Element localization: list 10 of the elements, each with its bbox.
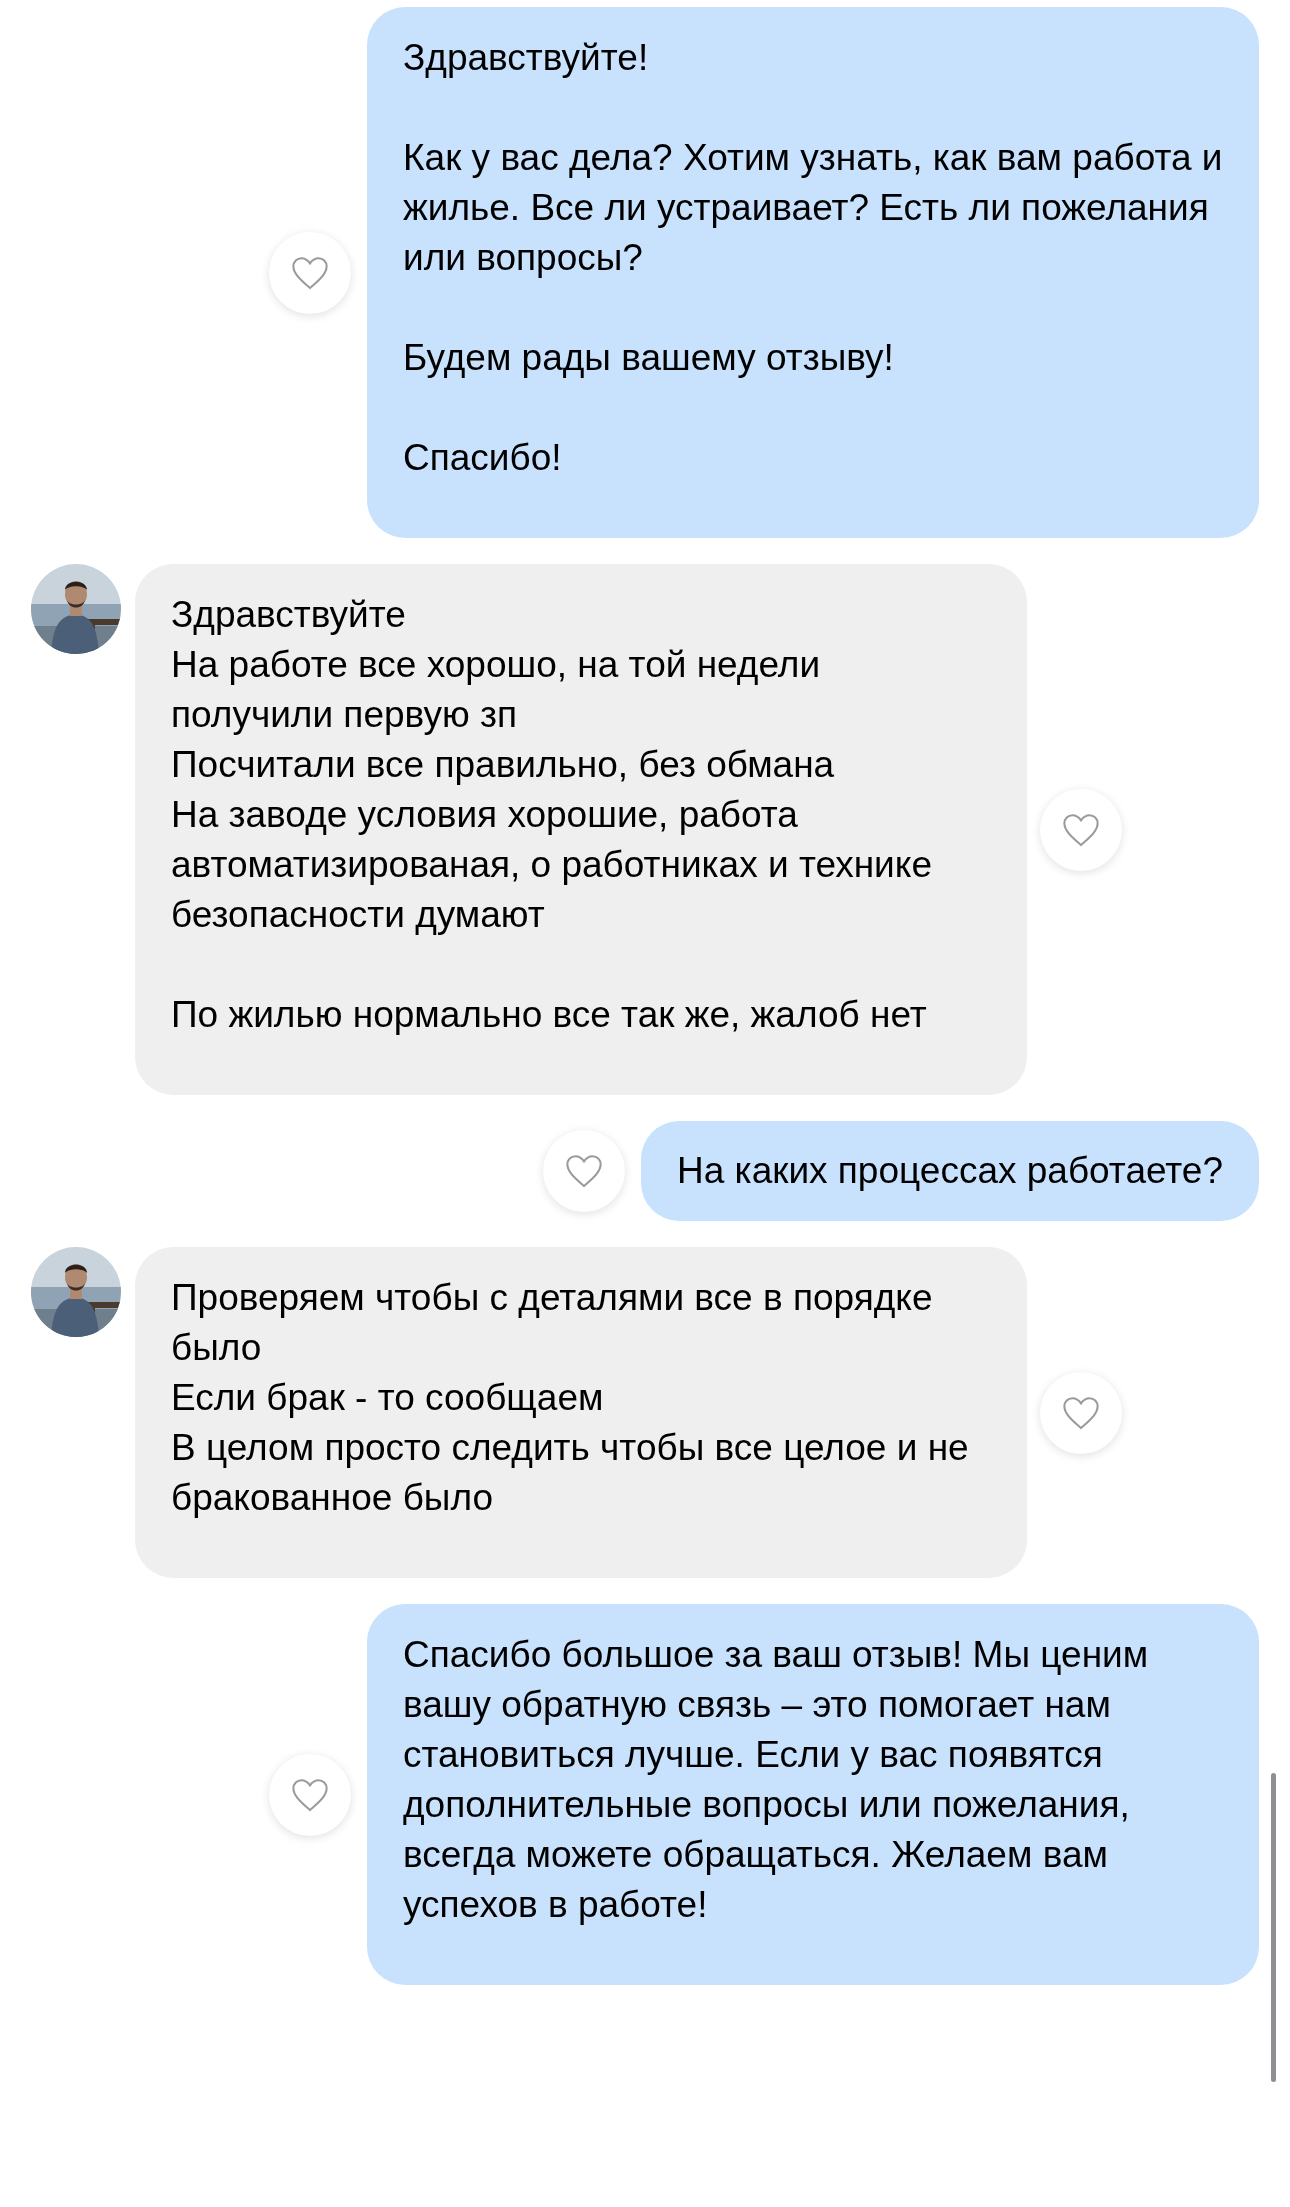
message-bubble: Спасибо большое за ваш отзыв! Мы ценим вашу обратную связь – это помогает нам становиться лучше. Если у вас появятся дополнительные вопросы или пожелания, всегда можете обращаться. Желаем вам успехов в работе!	[367, 1604, 1259, 1985]
like-button[interactable]	[269, 231, 351, 314]
like-button[interactable]	[269, 1753, 351, 1836]
message-bubble: Здравствуйте На работе все хорошо, на той недели получили первую зп Посчитали все правильно, без обмана На заводе условия хорошие, работа автоматизированая, о работниках и технике безопасности думают По жилью нормально все так же, жалоб нет	[135, 564, 1027, 1095]
message-bubble: Здравствуйте! Как у вас дела? Хотим узнать, как вам работа и жилье. Все ли устраивает? Есть ли пожелания или вопросы? Будем рады вашему отзыву! Спасибо!	[367, 7, 1259, 538]
message-bubble: На каких процессах работаете?	[641, 1121, 1259, 1221]
like-button[interactable]	[543, 1130, 626, 1212]
like-button[interactable]	[1040, 1371, 1122, 1454]
like-button[interactable]	[1040, 788, 1122, 871]
message-bubble: Проверяем чтобы с деталями все в порядке было Если брак - то сообщаем В целом просто следить чтобы все целое и не бракованное было	[135, 1247, 1027, 1578]
